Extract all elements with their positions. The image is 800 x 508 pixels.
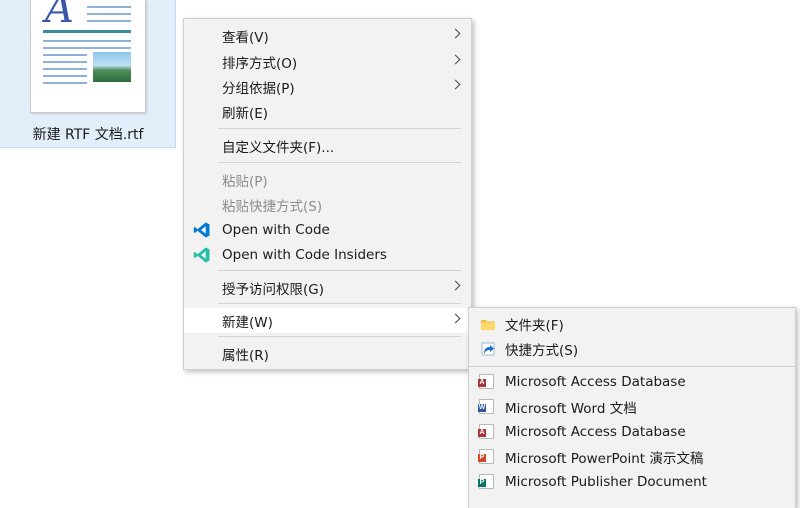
menu-item-give-access[interactable]: 授予访问权限(G) (184, 275, 471, 300)
menu-separator (218, 303, 461, 304)
menu-separator (218, 162, 461, 163)
powerpoint-icon: P (478, 449, 494, 464)
menu-separator (218, 128, 461, 129)
new-access-database-item-2[interactable]: A Microsoft Access Database (469, 419, 795, 444)
menu-item-properties[interactable]: 属性(R) (184, 341, 471, 366)
menu-item-label: 查看(V) (222, 29, 269, 46)
menu-item-sort-by[interactable]: 排序方式(O) (184, 49, 471, 74)
rtf-letter: A (45, 0, 74, 32)
menu-item-label: 粘贴快捷方式(S) (222, 198, 323, 215)
access-icon: A (478, 374, 494, 389)
menu-item-label: Open with Code (222, 221, 330, 238)
menu-item-label: Microsoft Word 文档 (505, 400, 637, 417)
menu-item-label: Microsoft Publisher Document (505, 473, 707, 490)
menu-item-new[interactable]: 新建(W) (184, 308, 471, 333)
new-access-database-item[interactable]: A Microsoft Access Database (469, 369, 795, 394)
menu-separator (218, 336, 461, 337)
menu-item-label: 新建(W) (222, 314, 273, 331)
menu-item-label: Open with Code Insiders (222, 246, 387, 263)
menu-item-group-by[interactable]: 分组依据(P) (184, 74, 471, 99)
menu-item-label: Microsoft Access Database (505, 373, 686, 390)
rtf-file-icon: A (30, 0, 146, 113)
chevron-right-icon (450, 54, 461, 65)
menu-item-label: 快捷方式(S) (505, 342, 579, 359)
access-icon: A (478, 424, 494, 439)
menu-item-view[interactable]: 查看(V) (184, 23, 471, 48)
rtf-landscape-image (93, 52, 131, 82)
menu-item-label: 粘贴(P) (222, 173, 268, 190)
chevron-right-icon (450, 313, 461, 324)
menu-item-label: 分组依据(P) (222, 80, 295, 97)
menu-item-customize-folder[interactable]: 自定义文件夹(F)... (184, 133, 471, 158)
menu-item-label: 文件夹(F) (505, 317, 564, 334)
chevron-right-icon (450, 280, 461, 291)
desktop-file-rtf[interactable]: A 新建 RTF 文档.rtf (0, 0, 176, 148)
menu-item-label: 自定义文件夹(F)... (222, 139, 335, 156)
menu-item-paste-shortcut: 粘贴快捷方式(S) (184, 192, 471, 217)
menu-item-paste: 粘贴(P) (184, 167, 471, 192)
chevron-right-icon (450, 79, 461, 90)
menu-item-label: Microsoft Access Database (505, 423, 686, 440)
new-shortcut-item[interactable]: 快捷方式(S) (469, 336, 795, 361)
menu-item-label: 授予访问权限(G) (222, 281, 324, 298)
word-icon: W (478, 399, 494, 414)
vscode-insiders-icon (193, 247, 210, 263)
menu-separator (469, 366, 795, 367)
menu-item-refresh[interactable]: 刷新(E) (184, 99, 471, 124)
menu-item-label: Microsoft PowerPoint 演示文稿 (505, 450, 704, 467)
vscode-icon (193, 222, 210, 238)
new-submenu: 文件夹(F) 快捷方式(S) A Microsoft Access Databa… (468, 307, 796, 508)
publisher-icon: P (478, 474, 494, 489)
menu-item-label: 刷新(E) (222, 105, 269, 122)
new-powerpoint-item[interactable]: P Microsoft PowerPoint 演示文稿 (469, 444, 795, 469)
new-publisher-item[interactable]: P Microsoft Publisher Document (469, 469, 795, 494)
menu-item-label: 属性(R) (222, 347, 269, 364)
menu-item-label: 排序方式(O) (222, 55, 298, 72)
menu-item-open-with-code-insiders[interactable]: Open with Code Insiders (184, 242, 471, 267)
new-folder-item[interactable]: 文件夹(F) (469, 311, 795, 336)
file-name-label: 新建 RTF 文档.rtf (32, 127, 144, 143)
shortcut-arrow-icon (481, 342, 495, 356)
menu-separator (218, 270, 461, 271)
folder-icon (481, 320, 495, 330)
new-word-document-item[interactable]: W Microsoft Word 文档 (469, 394, 795, 419)
chevron-right-icon (450, 28, 461, 39)
menu-item-open-with-code[interactable]: Open with Code (184, 217, 471, 242)
desktop-context-menu: 查看(V) 排序方式(O) 分组依据(P) 刷新(E) 自定义文件夹(F)...… (183, 18, 472, 370)
